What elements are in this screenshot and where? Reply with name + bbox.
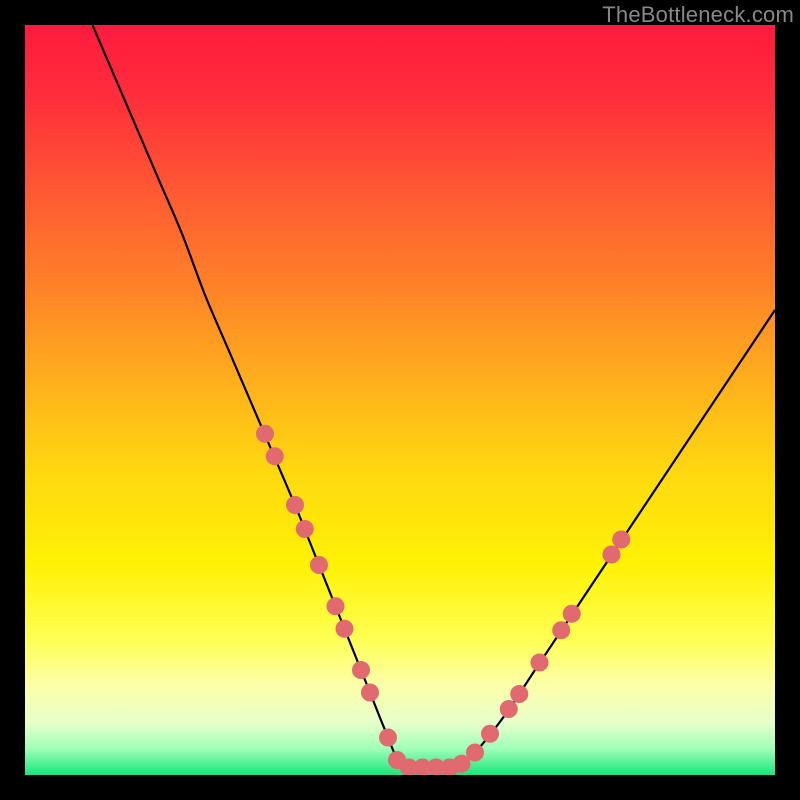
marker-dot <box>379 729 397 747</box>
marker-dot <box>531 654 549 672</box>
marker-dot <box>327 597 345 615</box>
marker-dot <box>336 620 354 638</box>
marker-dot <box>552 621 570 639</box>
plot-area <box>25 25 775 775</box>
marker-dot <box>603 546 621 564</box>
watermark-text: TheBottleneck.com <box>602 2 794 28</box>
marker-dot <box>296 520 314 538</box>
marker-dot <box>352 661 370 679</box>
marker-dot <box>510 685 528 703</box>
marker-dot <box>310 556 328 574</box>
marker-dot <box>266 447 284 465</box>
chart-stage: TheBottleneck.com <box>0 0 800 800</box>
curve-layer <box>25 25 775 775</box>
marker-dot <box>563 605 581 623</box>
marker-dot <box>286 496 304 514</box>
marker-dot <box>500 700 518 718</box>
marker-dot <box>466 744 484 762</box>
marker-dot <box>256 425 274 443</box>
bottleneck-curve <box>93 25 776 768</box>
marker-dot <box>612 531 630 549</box>
marker-dot <box>361 684 379 702</box>
marker-dot <box>481 725 499 743</box>
marker-dots-group <box>256 425 630 775</box>
